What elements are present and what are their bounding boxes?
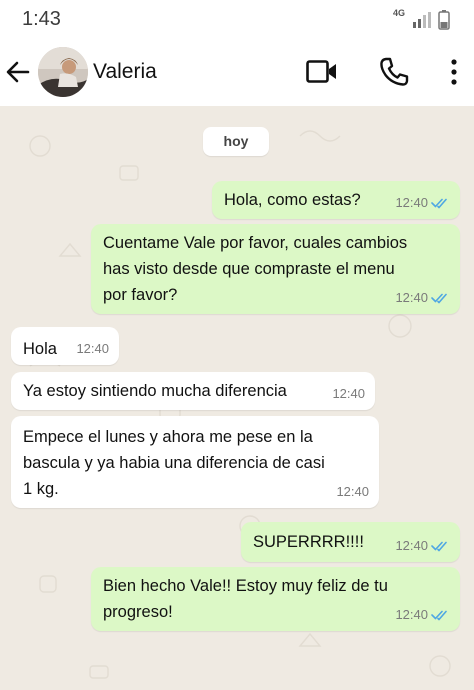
message-bubble-incoming[interactable]: Hola 12:40 bbox=[11, 327, 119, 365]
message-text: Hola bbox=[23, 340, 57, 358]
message-time: 12:40 bbox=[395, 607, 428, 622]
message-text: bascula y ya habia una diferencia de cas… bbox=[23, 454, 325, 472]
message-time: 12:40 bbox=[336, 484, 369, 499]
message-bubble-outgoing[interactable]: Cuentame Vale por favor, cuales cambios … bbox=[91, 224, 460, 314]
message-bubble-outgoing[interactable]: Hola, como estas? 12:40 bbox=[212, 181, 460, 219]
message-text: Ya estoy sintiendo mucha diferencia bbox=[23, 382, 287, 400]
message-text: SUPERRRR!!!! bbox=[253, 533, 364, 551]
message-time: 12:40 bbox=[395, 290, 428, 305]
message-text: Cuentame Vale por favor, cuales cambios bbox=[103, 234, 408, 252]
message-time: 12:40 bbox=[76, 341, 109, 356]
video-camera-icon[interactable] bbox=[305, 57, 339, 92]
message-time: 12:40 bbox=[395, 195, 428, 210]
message-text: Bien hecho Vale!! Estoy muy feliz de tu bbox=[103, 577, 388, 595]
arrow-left-icon[interactable] bbox=[4, 58, 32, 91]
battery-icon bbox=[438, 10, 450, 35]
message-text: por favor? bbox=[103, 286, 178, 304]
message-time: 12:40 bbox=[332, 386, 365, 401]
double-check-icon bbox=[431, 198, 447, 209]
double-check-icon bbox=[431, 610, 447, 621]
network-type: 4G bbox=[393, 8, 406, 18]
message-time: 12:40 bbox=[395, 538, 428, 553]
signal-icon bbox=[412, 11, 432, 34]
double-check-icon bbox=[431, 293, 447, 304]
message-bubble-outgoing[interactable]: SUPERRRR!!!! 12:40 bbox=[241, 522, 460, 562]
message-bubble-incoming[interactable]: Ya estoy sintiendo mucha diferencia 12:4… bbox=[11, 372, 375, 410]
avatar[interactable] bbox=[38, 47, 88, 97]
contact-name[interactable]: Valeria bbox=[93, 60, 157, 84]
status-time: 1:43 bbox=[22, 8, 61, 30]
chat-area[interactable]: hoy Hola, como estas? 12:40 Cuentame Val… bbox=[0, 106, 474, 690]
date-divider: hoy bbox=[203, 127, 269, 156]
message-bubble-outgoing[interactable]: Bien hecho Vale!! Estoy muy feliz de tu … bbox=[91, 567, 460, 631]
message-text: 1 kg. bbox=[23, 480, 59, 498]
more-vertical-icon[interactable] bbox=[449, 57, 459, 92]
phone-icon[interactable] bbox=[378, 56, 410, 93]
message-bubble-incoming[interactable]: Empece el lunes y ahora me pese en la ba… bbox=[11, 416, 379, 508]
double-check-icon bbox=[431, 541, 447, 552]
message-text: has visto desde que compraste el menu bbox=[103, 260, 395, 278]
status-bar: 1:43 4G bbox=[0, 0, 474, 40]
message-text: progreso! bbox=[103, 603, 173, 621]
message-text: Hola, como estas? bbox=[224, 191, 361, 209]
message-text: Empece el lunes y ahora me pese en la bbox=[23, 428, 313, 446]
chat-header: Valeria bbox=[0, 40, 474, 106]
